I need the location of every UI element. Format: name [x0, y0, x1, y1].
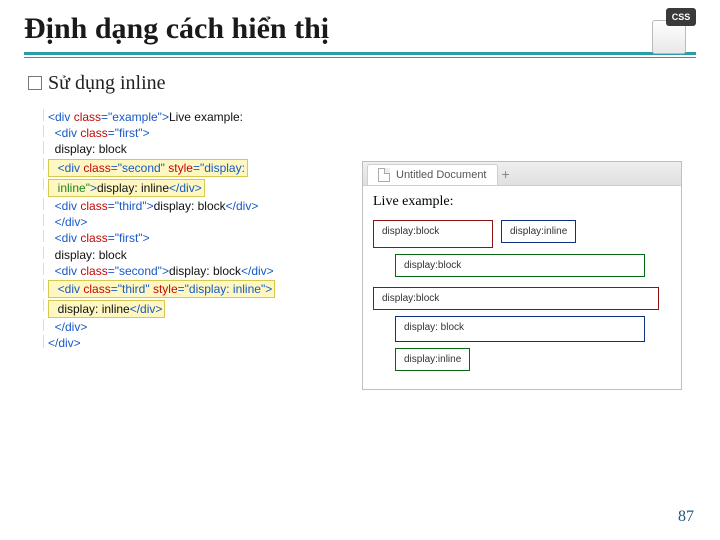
live-example-label: Live example:: [373, 194, 671, 210]
code-line: display: block: [26, 141, 344, 157]
new-tab-button[interactable]: +: [502, 166, 510, 185]
css-file-icon: CSS: [648, 8, 696, 56]
box-second-2: display: block: [395, 316, 645, 342]
title-rule-thick: [24, 52, 696, 55]
code-line: <div class="second">display: block</div>: [26, 263, 344, 279]
box-third-inline: display:inline: [395, 348, 470, 371]
code-line: <div class="third">display: block</div>: [26, 198, 344, 214]
code-line: <div class="third" style="display: inlin…: [26, 279, 344, 299]
code-line: </div>: [26, 214, 344, 230]
box-first-2: display:block: [373, 287, 659, 310]
subtitle-text: Sử dụng inline: [48, 72, 166, 94]
code-line: inline">display: inline</div>: [26, 178, 344, 198]
browser-preview: Untitled Document + Live example: displa…: [362, 161, 682, 390]
box-second-inline: display:inline: [501, 220, 576, 243]
page-number: 87: [678, 508, 694, 526]
example-group-1: display:block display:inline display:blo…: [373, 220, 671, 277]
example-group-2: display:block display: block display:inl…: [373, 287, 671, 377]
code-line: </div>: [26, 335, 344, 351]
code-line: <div class="second" style="display:: [26, 158, 344, 178]
code-line: <div class="example">Live example:: [26, 109, 344, 125]
browser-tab[interactable]: Untitled Document: [367, 164, 498, 185]
bullet-icon: [28, 76, 42, 90]
preview-page: Live example: display:block display:inli…: [363, 186, 681, 389]
css-badge: CSS: [666, 8, 696, 26]
box-first-1: display:block: [373, 220, 493, 248]
box-third-1: display:block: [395, 254, 645, 277]
tab-bar: Untitled Document +: [363, 162, 681, 186]
code-line: display: block: [26, 247, 344, 263]
page-title: Định dạng cách hiển thị: [24, 12, 696, 46]
code-line: </div>: [26, 319, 344, 335]
code-block: <div class="example">Live example: <div …: [24, 107, 344, 354]
code-line: display: inline</div>: [26, 299, 344, 319]
title-rule-thin: [24, 57, 696, 58]
tab-title: Untitled Document: [396, 169, 487, 181]
code-line: <div class="first">: [26, 230, 344, 246]
subtitle: Sử dụng inline: [28, 72, 696, 95]
code-line: <div class="first">: [26, 125, 344, 141]
file-icon: [378, 168, 390, 182]
